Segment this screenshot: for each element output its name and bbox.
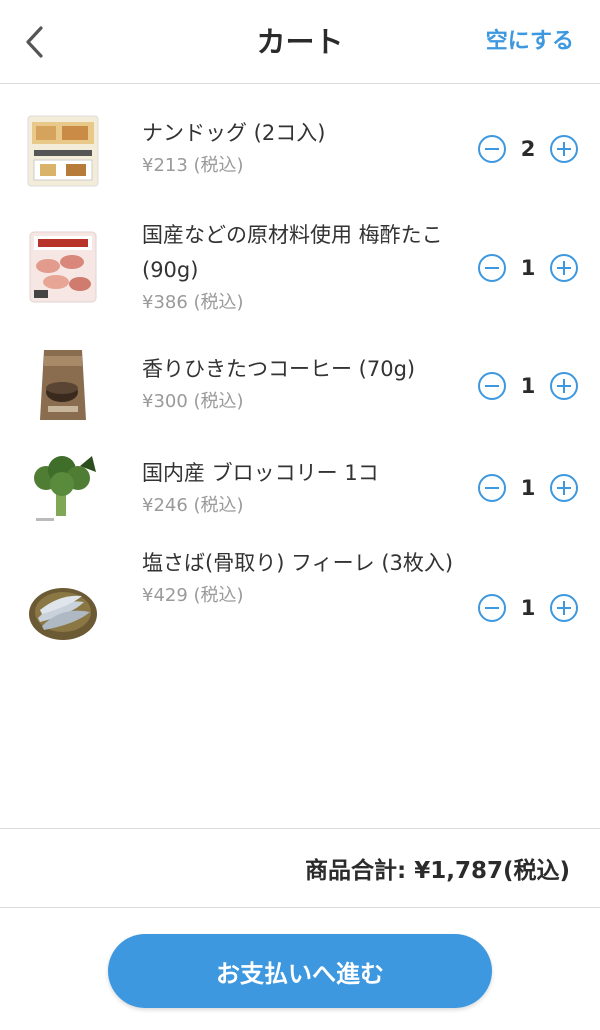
item-quantity: 1 [520, 374, 536, 398]
quantity-stepper: 2 [478, 134, 578, 164]
total-value: ¥1,787(税込) [414, 858, 570, 884]
plus-circle-icon[interactable] [550, 474, 578, 502]
minus-circle-icon[interactable] [478, 594, 506, 622]
header: カート 空にする [0, 0, 600, 84]
item-info: 国内産 ブロッコリー 1コ ¥246 (税込) [142, 456, 467, 521]
quantity-stepper: 1 [478, 371, 578, 401]
cart-screen: カート 空にする ナンドッグ (2コ入) ¥213 (税込) 2 国産などの原材… [0, 0, 600, 1030]
product-image [26, 574, 100, 652]
item-info: ナンドッグ (2コ入) ¥213 (税込) [142, 116, 467, 181]
checkout-button[interactable]: お支払いへ進む [108, 934, 492, 1008]
item-price: ¥246 (税込) [142, 495, 244, 516]
quantity-stepper: 1 [478, 593, 578, 623]
item-info: 塩さば(骨取り) フィーレ (3枚入) ¥429 (税込) [142, 546, 467, 611]
back-button[interactable] [18, 22, 50, 62]
plus-circle-icon[interactable] [550, 372, 578, 400]
product-image [26, 450, 100, 528]
item-info: 国産などの原材料使用 梅酢たこ (90g) ¥386 (税込) [142, 218, 467, 318]
minus-circle-icon[interactable] [478, 254, 506, 282]
item-price: ¥386 (税込) [142, 292, 244, 313]
minus-circle-icon[interactable] [478, 474, 506, 502]
item-name: 香りひきたつコーヒー (70g) [142, 357, 416, 381]
item-quantity: 2 [520, 137, 536, 161]
item-name: 国産などの原材料使用 梅酢たこ (90g) [142, 223, 443, 282]
item-quantity: 1 [520, 596, 536, 620]
total-label: 商品合計: [305, 858, 407, 884]
quantity-stepper: 1 [478, 473, 578, 503]
item-name: 塩さば(骨取り) フィーレ (3枚入) [142, 551, 454, 575]
item-quantity: 1 [520, 256, 536, 280]
plus-circle-icon[interactable] [550, 135, 578, 163]
item-name: 国内産 ブロッコリー 1コ [142, 461, 379, 485]
clear-cart-button[interactable]: 空にする [486, 26, 574, 58]
item-price: ¥429 (税込) [142, 585, 244, 606]
minus-circle-icon[interactable] [478, 135, 506, 163]
item-quantity: 1 [520, 476, 536, 500]
chevron-left-icon [26, 26, 43, 58]
minus-circle-icon[interactable] [478, 372, 506, 400]
product-image [26, 112, 100, 190]
total-bar: 商品合計: ¥1,787(税込) [0, 828, 600, 908]
plus-circle-icon[interactable] [550, 594, 578, 622]
product-image [26, 346, 100, 424]
item-price: ¥213 (税込) [142, 155, 244, 176]
item-price: ¥300 (税込) [142, 391, 244, 412]
item-name: ナンドッグ (2コ入) [142, 121, 326, 145]
item-info: 香りひきたつコーヒー (70g) ¥300 (税込) [142, 352, 467, 417]
quantity-stepper: 1 [478, 253, 578, 283]
product-image [26, 228, 100, 306]
plus-circle-icon[interactable] [550, 254, 578, 282]
